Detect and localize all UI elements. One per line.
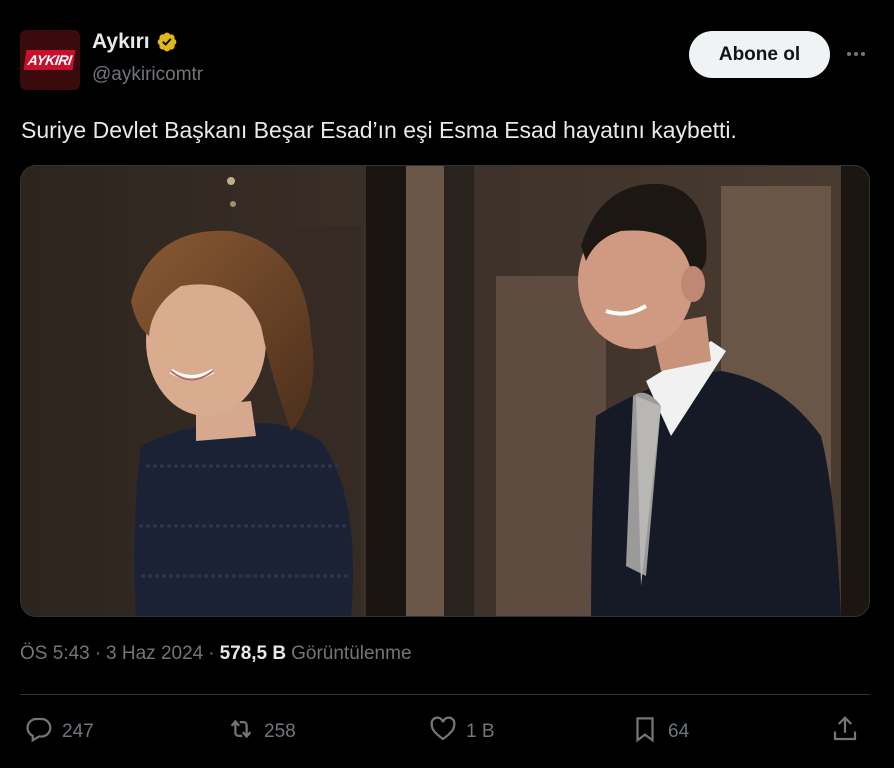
heart-icon xyxy=(428,714,458,750)
reply-button[interactable]: 247 xyxy=(24,712,94,752)
reply-icon xyxy=(24,714,54,750)
author-handle[interactable]: @aykiricomtr xyxy=(92,64,203,86)
bookmark-count: 64 xyxy=(668,721,690,742)
avatar[interactable]: AYKIRI xyxy=(20,30,80,90)
avatar-logo: AYKIRI xyxy=(23,50,77,70)
verified-badge-icon[interactable] xyxy=(156,31,178,53)
tweet-header: AYKIRI Aykırı @aykiricomtr Abone ol xyxy=(20,28,874,92)
photo-illustration xyxy=(21,166,869,616)
tweet-text: Suriye Devlet Başkanı Beşar Esad’ın eşi … xyxy=(21,117,737,143)
share-button[interactable] xyxy=(830,712,860,752)
tweet-meta: ÖS 5:43 · 3 Haz 2024 · 578,5 B Görüntüle… xyxy=(20,643,412,665)
more-icon[interactable] xyxy=(842,40,870,68)
subscribe-button[interactable]: Abone ol xyxy=(689,31,830,78)
repost-count: 258 xyxy=(264,721,296,742)
tweet-photo[interactable] xyxy=(20,165,870,617)
author-name-row: Aykırı xyxy=(92,30,178,54)
repost-button[interactable]: 258 xyxy=(226,712,296,752)
bookmark-button[interactable]: 64 xyxy=(630,712,689,752)
like-button[interactable]: 1 B xyxy=(428,712,495,752)
reply-count: 247 xyxy=(62,721,94,742)
views-count[interactable]: 578,5 B xyxy=(220,643,287,665)
tweet-date[interactable]: 3 Haz 2024 xyxy=(106,643,203,665)
meta-separator: · xyxy=(208,643,215,664)
action-bar: 247 258 1 B 64 xyxy=(20,712,870,752)
divider xyxy=(20,694,870,695)
tweet-time[interactable]: ÖS 5:43 xyxy=(20,643,90,665)
views-label: Görüntülenme xyxy=(291,643,412,664)
share-icon xyxy=(830,714,860,750)
like-count: 1 B xyxy=(466,721,495,742)
author-name[interactable]: Aykırı xyxy=(92,30,150,54)
meta-separator: · xyxy=(94,643,102,664)
bookmark-icon xyxy=(630,714,660,750)
repost-icon xyxy=(226,714,256,750)
